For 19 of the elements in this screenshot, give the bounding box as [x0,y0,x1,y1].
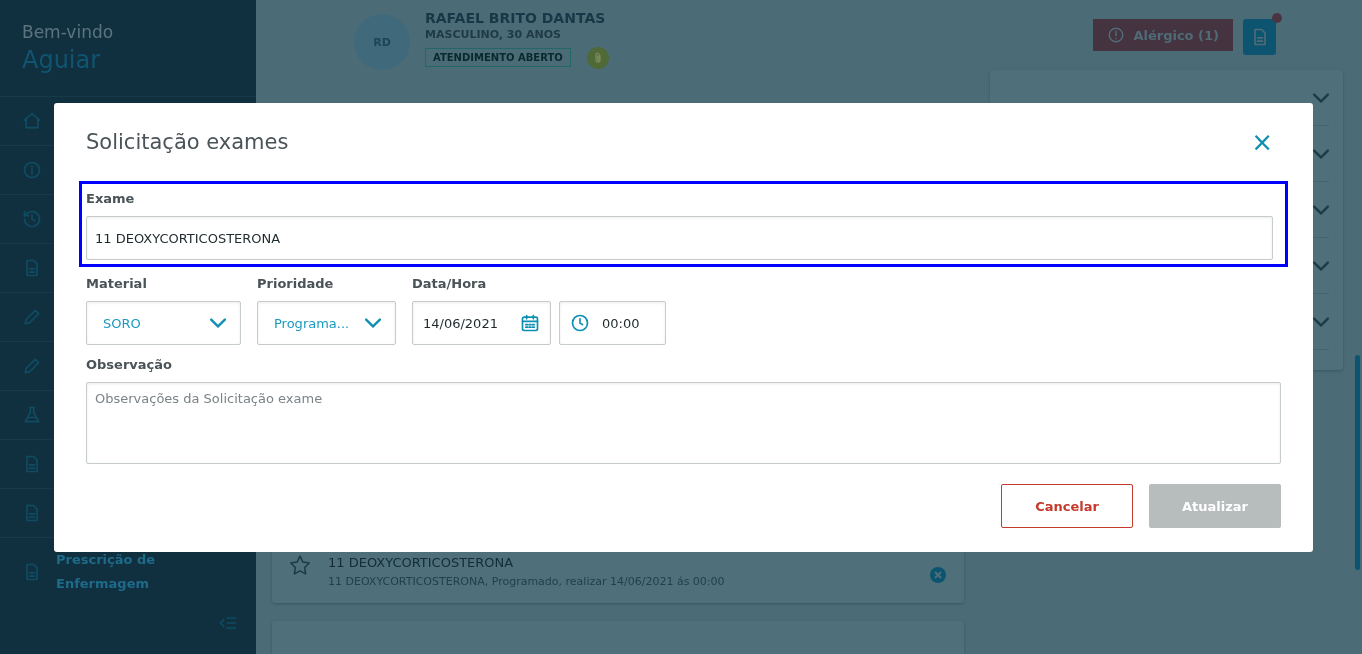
field-label: Prioridade [257,276,335,291]
dialog-title: Solicitação exames [86,130,289,154]
field-label: Observação [86,357,173,372]
field-label: Data/Hora [412,276,488,291]
field-label: Exame [86,191,136,206]
sidebar-item[interactable]: Prescrição de Enfermagem [56,547,166,596]
exam-title: 11 DEOXYCORTICOSTERONA [328,555,515,570]
allergy-button[interactable]: Alérgico (1) [1093,19,1233,51]
field-label: Material [86,276,148,291]
notes-field[interactable]: Observações da Solicitação exame [86,382,1281,464]
material-select[interactable]: SORO [86,301,241,345]
time-field[interactable]: 00:00 [559,301,666,345]
cancel-button[interactable]: Cancelar [1001,484,1133,528]
status-tag: ATENDIMENTO ABERTO [425,48,571,67]
exam-field[interactable]: 11 DEOXYCORTICOSTERONA [86,216,1273,260]
date-field[interactable]: 14/06/2021 [412,301,551,345]
greeting-text: Bem-vindo [22,22,115,42]
priority-select[interactable]: Programa... [257,301,396,345]
close-button[interactable]: × [1243,127,1281,157]
